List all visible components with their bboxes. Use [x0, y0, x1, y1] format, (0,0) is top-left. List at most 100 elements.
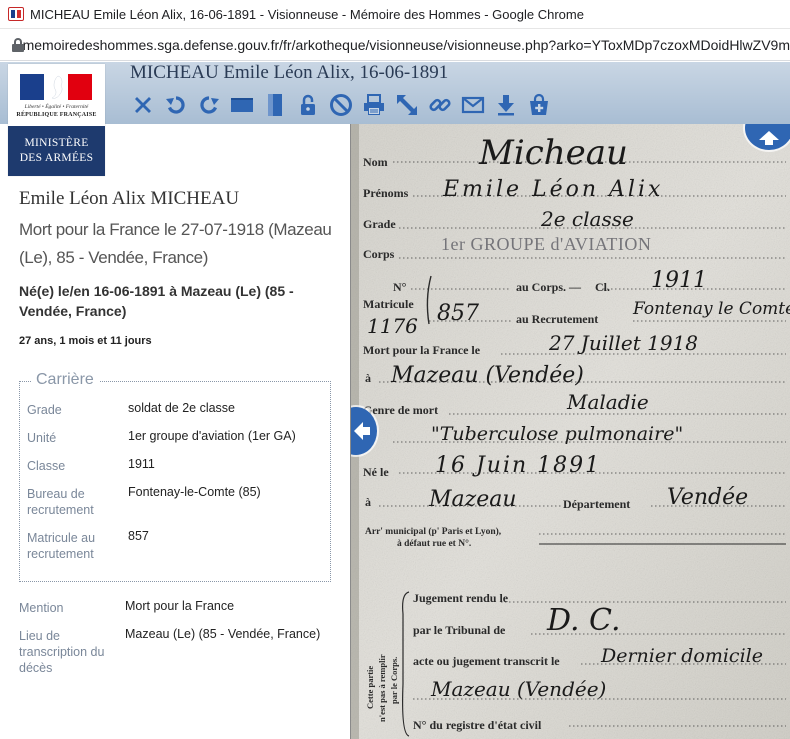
viewer-header: MICHEAU Emile Léon Alix, 16-06-1891 — [0, 62, 790, 124]
rotate-right-button[interactable] — [196, 92, 222, 118]
scan-label-a1: à — [365, 371, 371, 385]
career-label: Classe — [27, 459, 66, 473]
hw-departement: Vendée — [667, 485, 748, 510]
close-icon — [135, 97, 151, 113]
add-to-cart-icon — [530, 93, 548, 115]
scan-label-ne-le: Né le — [363, 465, 389, 479]
browser-title-bar: MICHEAU Emile Léon Alix, 16-06-1891 - Vi… — [0, 0, 790, 29]
hw-recrutement: Fontenay le Comte — [632, 299, 790, 319]
no-entry-icon — [330, 94, 352, 116]
hw-numero: 1176 — [367, 314, 418, 338]
fullscreen-button[interactable] — [394, 92, 420, 118]
rotate-right-icon — [200, 96, 219, 114]
address-bar[interactable]: memoiredeshommes.sga.defense.gouv.fr/fr/… — [0, 29, 790, 61]
logo-ministry-name: MINISTÈRE DES ARMÉES — [8, 126, 105, 176]
scan-stamp: 1er GROUPE d'AVIATION — [441, 234, 651, 254]
arrow-left-icon — [354, 422, 370, 440]
hw-tribunal: D. C. — [546, 603, 620, 638]
career-value: Fontenay-le-Comte (85) — [128, 485, 261, 499]
add-to-cart-button[interactable] — [526, 92, 552, 118]
age-info: 27 ans, 1 mois et 11 jours — [19, 335, 152, 347]
fit-height-button[interactable] — [262, 92, 288, 118]
hw-date-naissance: 16 Juin 1891 — [435, 453, 601, 478]
scan-side-note-1: Cette partie — [365, 666, 375, 709]
close-button[interactable] — [130, 92, 156, 118]
send-mail-button[interactable] — [460, 92, 486, 118]
scan-label-acte-ou: acte ou jugement transcrit le — [413, 654, 560, 668]
print-button[interactable] — [361, 92, 387, 118]
rotate-left-icon — [166, 96, 185, 114]
scan-label-jugement: Jugement rendu le — [413, 591, 509, 605]
career-value: soldat de 2e classe — [128, 401, 236, 415]
career-legend: Carrière — [31, 371, 99, 389]
career-fieldset: Carrière Grade soldat de 2e classe Unité… — [19, 371, 331, 582]
scan-label-genre-mort: Genre de mort — [363, 403, 438, 417]
scan-label-corps: Corps — [363, 247, 395, 261]
mail-icon — [461, 96, 485, 114]
permalink-button[interactable] — [427, 92, 453, 118]
download-button[interactable] — [493, 92, 519, 118]
hw-nom: Micheau — [478, 133, 628, 173]
url-text[interactable]: memoiredeshommes.sga.defense.gouv.fr/fr/… — [23, 37, 790, 53]
download-icon — [498, 95, 514, 116]
career-label: Bureau de recrutement — [27, 487, 94, 517]
hw-genre-mort-1: Maladie — [566, 390, 649, 414]
career-label: Unité — [27, 431, 57, 445]
scan-label-au-recrutement: au Recrutement — [516, 312, 598, 326]
scan-label-nom: Nom — [363, 155, 388, 169]
mention-label: Mention — [19, 601, 64, 615]
link-icon — [429, 98, 451, 112]
ministry-line-2: DES ARMÉES — [19, 152, 94, 164]
scan-label-prenoms: Prénoms — [363, 186, 409, 200]
scan-label-matricule: Matricule — [363, 297, 414, 311]
ministry-line-1: MINISTÈRE — [24, 137, 89, 149]
print-icon — [364, 94, 384, 115]
scanned-death-record[interactable]: Nom Prénoms Grade Corps N° au Corps. — C… — [351, 124, 790, 739]
scan-side-note-2: n'est pas à remplir — [377, 654, 387, 722]
career-value: 857 — [128, 529, 149, 543]
hw-genre-mort-2: "Tuberculose pulmonaire" — [431, 423, 683, 445]
info-sidebar: Emile Léon Alix MICHEAU Mort pour la Fra… — [0, 124, 350, 739]
fit-height-icon — [268, 94, 282, 116]
secure-lock-icon[interactable] — [12, 37, 20, 52]
scan-label-par-tribunal: par le Tribunal de — [413, 623, 506, 637]
career-value: 1911 — [128, 457, 155, 471]
scan-label-arr-municipal: Arr' municipal (p' Paris et Lyon), — [365, 526, 502, 537]
arrow-up-icon — [759, 131, 779, 145]
scan-label-a2: à — [365, 495, 371, 509]
career-label: Grade — [27, 403, 62, 417]
death-info: Mort pour la France le 27-07-1918 (Mazea… — [19, 220, 332, 267]
hw-prenoms: Emile Léon Alix — [442, 177, 663, 202]
hw-lieu-mort: Mazeau (Vendée) — [390, 363, 584, 388]
document-viewer[interactable]: Nom Prénoms Grade Corps N° au Corps. — C… — [350, 124, 790, 739]
fit-width-icon — [231, 98, 253, 112]
fullscreen-icon — [397, 95, 417, 115]
scan-label-mort-pour: Mort pour la France le — [363, 343, 481, 357]
logo-motto: Liberté • Égalité • Fraternité — [24, 104, 89, 110]
hw-date-mort: 27 Juillet 1918 — [548, 331, 698, 355]
scan-label-cl: Cl. — [595, 280, 610, 294]
site-favicon-icon — [8, 7, 24, 21]
scan-label-au-corps: au Corps. — — [516, 280, 582, 294]
hw-matricule: 857 — [437, 301, 479, 326]
fit-width-button[interactable] — [229, 92, 255, 118]
ministere-armees-logo[interactable]: Liberté • Égalité • Fraternité RÉPUBLIQU… — [8, 64, 105, 176]
reset-button[interactable] — [328, 92, 354, 118]
birth-info: Né(e) le/en 16-06-1891 à Mazeau (Le) (85… — [19, 283, 294, 319]
scan-label-grade: Grade — [363, 217, 396, 231]
document-title: MICHEAU Emile Léon Alix, 16-06-1891 — [130, 62, 449, 83]
hw-classe: 1911 — [651, 268, 707, 293]
marianne-icon — [51, 75, 63, 99]
lieu-label: Lieu de transcription du décès — [19, 629, 105, 675]
rotate-left-button[interactable] — [163, 92, 189, 118]
scan-label-no: N° — [393, 280, 407, 294]
person-name: Emile Léon Alix MICHEAU — [19, 188, 240, 209]
career-label: Matricule au recrutement — [27, 531, 96, 561]
hw-grade: 2e classe — [540, 207, 634, 231]
viewer-toolbar — [130, 90, 552, 120]
hw-transcrit-lieu: Mazeau (Vendée) — [430, 677, 606, 701]
lock-button[interactable] — [295, 92, 321, 118]
lieu-value: Mazeau (Le) (85 - Vendée, France) — [125, 627, 321, 641]
mention-value: Mort pour la France — [125, 599, 235, 613]
scan-side-note-3: par le Corps. — [389, 657, 399, 704]
